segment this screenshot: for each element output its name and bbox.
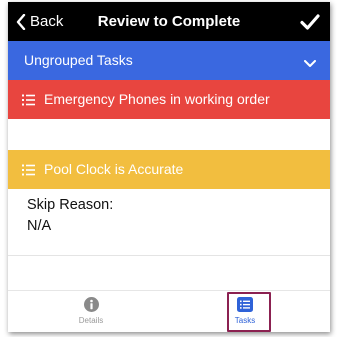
- list-icon: [22, 93, 35, 111]
- list-icon: [22, 163, 35, 181]
- tab-label: Details: [78, 316, 104, 325]
- info-icon: [83, 291, 99, 312]
- task-row-pool-clock[interactable]: Pool Clock is Accurate: [8, 150, 330, 189]
- nav-bar: Back Review to Complete: [8, 2, 330, 41]
- tab-bar: Details Tasks: [8, 290, 330, 332]
- app-screen: Back Review to Complete Ungrouped Tasks: [8, 2, 330, 332]
- task-label: Pool Clock is Accurate: [44, 161, 184, 177]
- group-header-ungrouped-tasks[interactable]: Ungrouped Tasks: [8, 41, 330, 80]
- divider: [8, 255, 330, 256]
- tab-details[interactable]: Details: [51, 291, 131, 332]
- task-row-emergency-phones[interactable]: Emergency Phones in working order: [8, 80, 330, 119]
- group-label: Ungrouped Tasks: [24, 52, 133, 68]
- task-label: Emergency Phones in working order: [44, 91, 270, 107]
- skip-reason-value: N/A: [27, 218, 52, 234]
- checkmark-icon[interactable]: [300, 12, 320, 32]
- chevron-down-icon: [304, 55, 316, 73]
- page-title: Review to Complete: [97, 13, 241, 30]
- skip-reason-label: Skip Reason:: [27, 197, 114, 213]
- tasks-tab-highlight-box: [227, 292, 271, 332]
